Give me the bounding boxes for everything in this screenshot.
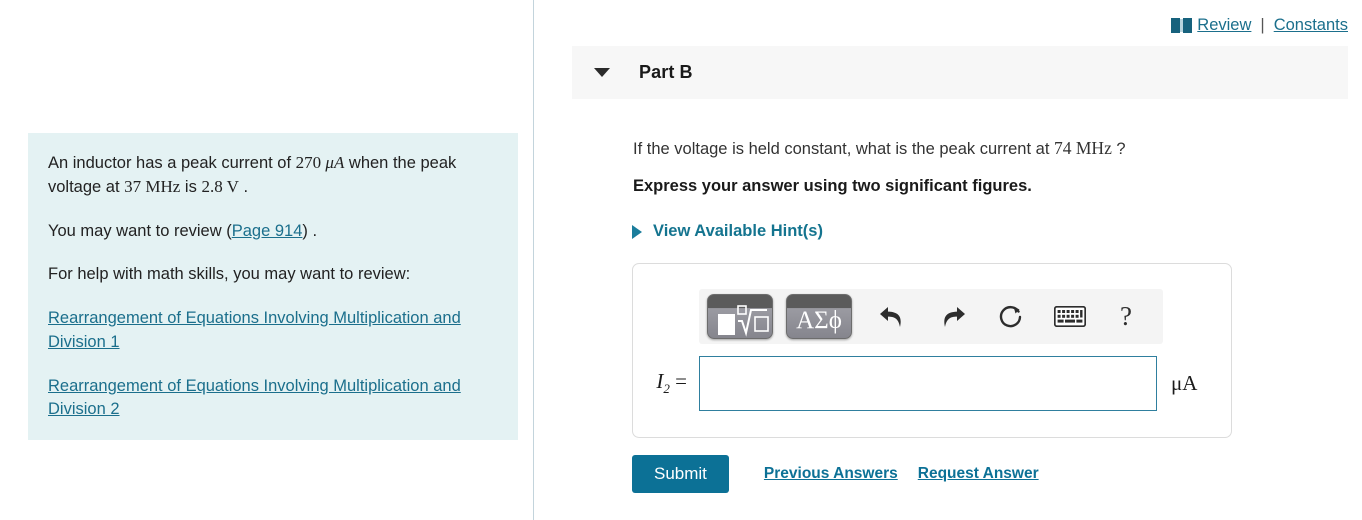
view-hints-button[interactable]: View Available Hint(s) — [632, 222, 823, 241]
problem-current-value: 270 — [295, 153, 326, 172]
review-reference-text: You may want to review (Page 914) . — [48, 220, 496, 243]
undo-arrow-icon[interactable] — [872, 296, 914, 338]
problem-frequency-value: 37 MHz — [124, 177, 181, 197]
math-help-intro: For help with math skills, you may want … — [48, 265, 411, 284]
variable-subscript: 2 — [663, 381, 670, 397]
topbar-separator: | — [1260, 16, 1265, 34]
left-panel: An inductor has a peak current of 270 μA… — [0, 0, 533, 520]
problem-current-unit: μA — [325, 153, 345, 172]
problem-statement-text: An inductor has a peak current of 270 μA… — [48, 151, 496, 200]
equals-sign: = — [675, 369, 687, 394]
question-prefix: If the voltage is held constant, what is… — [633, 140, 1054, 158]
answer-entry-panel: ΑΣϕ ? I2 = μA — [632, 263, 1232, 438]
previous-answers-link[interactable]: Previous Answers — [764, 465, 898, 483]
math-review-link-1[interactable]: Rearrangement of Equations Involving Mul… — [48, 307, 496, 355]
help-label: ? — [1120, 301, 1132, 331]
right-panel: Review | Constants Part B If the voltage… — [534, 0, 1362, 520]
reset-circular-arrow-icon[interactable] — [990, 296, 1032, 338]
chevron-right-icon — [632, 224, 642, 239]
math-toolbar: ΑΣϕ ? — [699, 289, 1163, 344]
part-title: Part B — [639, 62, 693, 82]
book-icon — [1171, 18, 1193, 33]
part-b-header[interactable]: Part B — [572, 46, 1348, 99]
question-suffix: ? — [1111, 140, 1126, 158]
constants-link[interactable]: Constants — [1274, 16, 1348, 35]
answer-instruction: Express your answer using two significan… — [633, 177, 1032, 195]
question-text: If the voltage is held constant, what is… — [633, 138, 1126, 159]
review-prefix: You may want to review ( — [48, 221, 232, 240]
keyboard-icon[interactable] — [1049, 296, 1091, 338]
view-hints-label: View Available Hint(s) — [653, 222, 823, 240]
template-square-icon — [718, 314, 735, 335]
page-root: An inductor has a peak current of 270 μA… — [0, 0, 1362, 520]
math-template-button[interactable] — [707, 294, 773, 339]
answer-input-row: I2 = μA — [633, 356, 1233, 411]
greek-symbols-button[interactable]: ΑΣϕ — [786, 294, 852, 339]
chevron-down-icon[interactable] — [594, 68, 610, 77]
question-frequency-value: 74 MHz — [1054, 138, 1112, 158]
help-button[interactable]: ? — [1105, 296, 1147, 338]
review-suffix: ) . — [302, 221, 318, 240]
problem-voltage-value: 2.8 V — [201, 177, 239, 197]
page-914-link[interactable]: Page 914 — [232, 222, 303, 240]
problem-text-part3: is — [180, 178, 202, 197]
request-answer-link[interactable]: Request Answer — [918, 465, 1039, 483]
greek-symbols-label: ΑΣϕ — [796, 307, 842, 334]
submit-button[interactable]: Submit — [632, 455, 729, 493]
answer-input[interactable] — [699, 356, 1157, 411]
nth-root-icon — [737, 305, 769, 337]
problem-text-part4: . — [238, 178, 249, 197]
problem-statement-card: An inductor has a peak current of 270 μA… — [28, 133, 518, 441]
topbar: Review | Constants — [1171, 16, 1348, 35]
problem-text-part1: An inductor has a peak current of — [48, 154, 296, 172]
answer-variable-label: I2 = — [633, 369, 699, 397]
math-review-link-2[interactable]: Rearrangement of Equations Involving Mul… — [48, 375, 496, 423]
redo-arrow-icon[interactable] — [931, 296, 973, 338]
answer-units-label: μA — [1171, 371, 1198, 395]
review-link[interactable]: Review — [1197, 16, 1251, 35]
submit-row: Submit Previous Answers Request Answer — [632, 455, 1039, 493]
